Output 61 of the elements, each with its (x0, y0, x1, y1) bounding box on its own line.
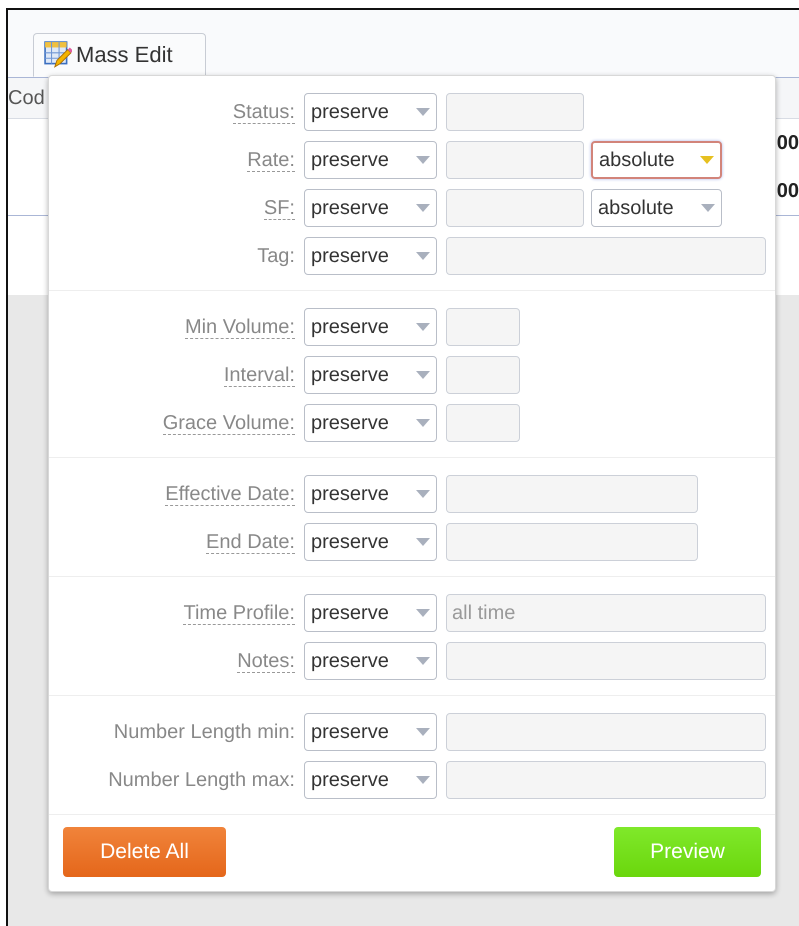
field-label: Min Volume: (184, 316, 295, 338)
field-label: Number Length max: (108, 768, 295, 790)
field-label: Rate: (247, 148, 295, 172)
caret-icon (416, 156, 430, 164)
field-label: Number Length min: (114, 720, 295, 742)
mode-dropdown[interactable]: preserve (304, 642, 437, 680)
mode-dropdown[interactable]: preserve (304, 189, 437, 227)
field-label: SF: (264, 196, 295, 220)
mode-dropdown[interactable]: preserve (304, 761, 437, 799)
input-field[interactable] (446, 237, 766, 275)
caret-icon (700, 156, 714, 164)
input-field[interactable] (446, 141, 584, 179)
column-header: Cod (8, 86, 45, 110)
input-field[interactable] (446, 642, 766, 680)
mode-dropdown[interactable]: preserve (304, 141, 437, 179)
mode-dropdown[interactable]: preserve (304, 404, 437, 442)
field-label: Notes: (237, 650, 295, 672)
mode-dropdown[interactable]: preserve (304, 308, 437, 346)
input-field[interactable] (446, 761, 766, 799)
caret-icon (416, 657, 430, 665)
field-label: Interval: (224, 364, 295, 386)
mode-dropdown[interactable]: preserve (304, 93, 437, 131)
caret-icon (416, 419, 430, 427)
caret-icon (416, 108, 430, 116)
table-pencil-icon (44, 41, 72, 69)
caret-icon (416, 204, 430, 212)
mode-dropdown[interactable]: preserve (304, 475, 437, 513)
input-field[interactable] (446, 356, 520, 394)
mass-edit-button[interactable]: Mass Edit (33, 33, 206, 77)
field-label: Effective Date: (165, 482, 295, 506)
unit-dropdown[interactable]: absolute (591, 141, 722, 179)
caret-icon (416, 252, 430, 260)
caret-icon (416, 323, 430, 331)
caret-icon (701, 204, 715, 212)
caret-icon (416, 609, 430, 617)
caret-icon (416, 371, 430, 379)
input-field[interactable] (446, 523, 698, 561)
caret-icon (416, 490, 430, 498)
field-label: Grace Volume: (162, 412, 295, 434)
field-label: Tag: (257, 244, 295, 266)
input-field[interactable]: all time (446, 594, 766, 632)
mode-dropdown[interactable]: preserve (304, 356, 437, 394)
input-field[interactable] (446, 93, 584, 131)
mode-dropdown[interactable]: preserve (304, 713, 437, 751)
caret-icon (416, 728, 430, 736)
table-cell: 00 (776, 180, 799, 202)
field-label: Status: (232, 100, 295, 124)
unit-dropdown[interactable]: absolute (591, 189, 722, 227)
table-cell: 00 (776, 132, 799, 154)
mode-dropdown[interactable]: preserve (304, 594, 437, 632)
input-field[interactable] (446, 713, 766, 751)
input-field[interactable] (446, 475, 698, 513)
field-label: Time Profile: (183, 602, 295, 624)
mode-dropdown[interactable]: preserve (304, 237, 437, 275)
input-field[interactable] (446, 189, 584, 227)
mode-dropdown[interactable]: preserve (304, 523, 437, 561)
input-field[interactable] (446, 404, 520, 442)
field-label: End Date: (206, 530, 295, 554)
input-field[interactable] (446, 308, 520, 346)
caret-icon (416, 538, 430, 546)
caret-icon (416, 776, 430, 784)
